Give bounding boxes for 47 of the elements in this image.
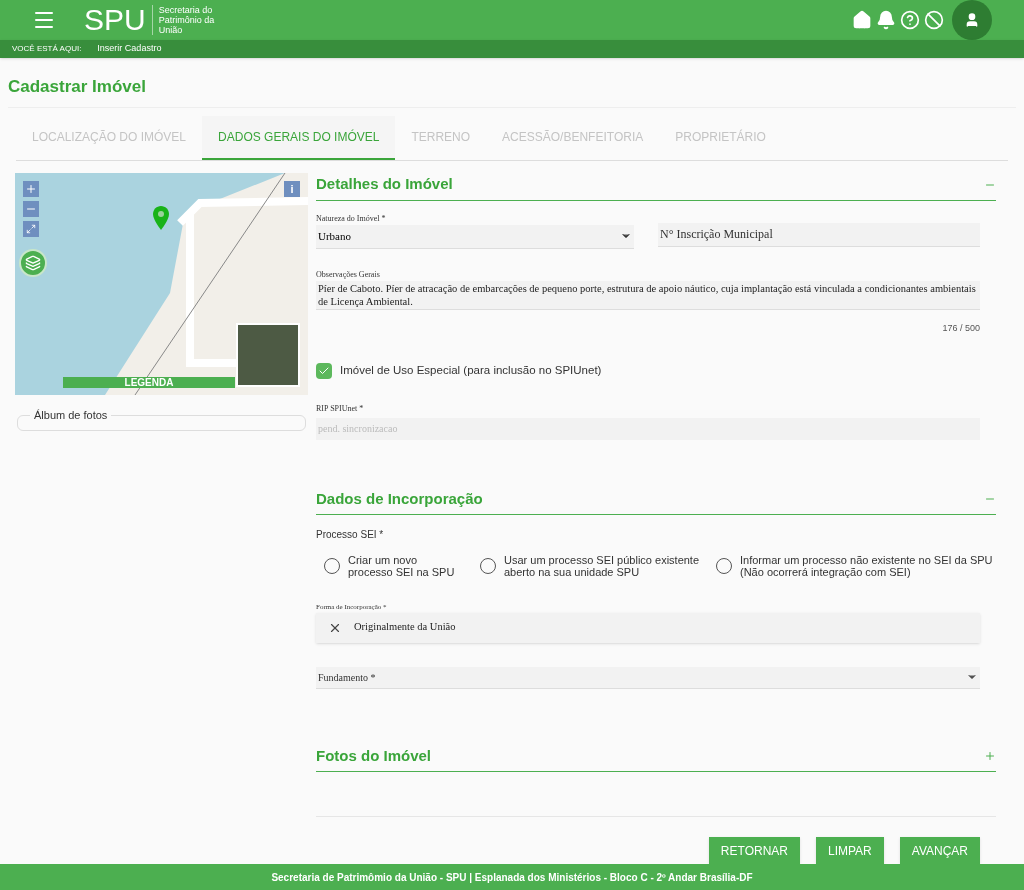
section-title: Detalhes do Imóvel (316, 174, 453, 195)
checkbox[interactable] (316, 362, 332, 379)
home-icon[interactable] (852, 10, 872, 30)
logo: SPU (84, 5, 146, 35)
radio-option[interactable]: Usar um processo SEI público existente aberto na sua unidade SPU (480, 554, 700, 579)
input-field[interactable]: N° Inscrição Municipal (658, 222, 980, 247)
radio-option[interactable]: Criar um novo processo SEI na SPU (324, 554, 464, 579)
field-label: Processo SEI * (316, 528, 385, 543)
layers-icon (25, 255, 41, 272)
select-field[interactable]: Fundamento * (316, 666, 980, 689)
help-icon[interactable] (900, 10, 920, 30)
map-view[interactable]: i LEGENDA (15, 173, 308, 396)
map-pin-icon (153, 206, 169, 231)
field-label: Natureza do Imóvel * (316, 212, 387, 225)
action-button[interactable]: RETORNAR (708, 837, 800, 865)
plus-icon (25, 183, 37, 196)
expand-icon[interactable] (984, 749, 996, 762)
bell-icon[interactable] (876, 10, 896, 30)
user-avatar[interactable] (952, 0, 992, 40)
logo-subtitle: Secretaria do Patrimônio da União (151, 5, 230, 35)
field-label: Observações Gerais (316, 268, 381, 281)
album-legend: Álbum de fotos (30, 407, 112, 424)
expand-arrows-icon (26, 224, 36, 235)
zoom-out-button[interactable] (23, 201, 39, 218)
chip-select-field[interactable]: Originalmente da União (316, 612, 980, 643)
textarea-field[interactable]: Píer de Caboto. Píer de atracação de embarcações de pequeno porte, estrutura de apoio náutico, cuja implantação está vinculada a condicionantes ambientais de Licença Ambiental. (316, 280, 980, 310)
breadcrumb-label: VOCÊ ESTÁ AQUI: (12, 43, 82, 55)
footer-text: Secretaria de Patrimômio da União - SPU | Esplanada dos Ministérios - Bloco C - 2º Andar Brasília-DF (271, 870, 753, 885)
section-title: Fotos do Imóvel (316, 745, 431, 766)
zoom-in-button[interactable] (23, 181, 39, 198)
satellite-thumbnail[interactable] (236, 323, 300, 388)
page-title: Cadastrar Imóvel (8, 73, 1016, 109)
legend-button[interactable]: LEGENDA (63, 377, 235, 389)
user-icon (964, 12, 980, 28)
action-button[interactable]: LIMPAR (815, 837, 884, 865)
character-counter: 176 / 500 (942, 322, 980, 333)
action-button[interactable]: AVANÇAR (899, 837, 980, 865)
breadcrumb-current[interactable]: Inserir Cadastro (97, 42, 162, 56)
radio-option[interactable]: Informar um processo não existente no SEI da SPU (Não ocorrerá integração com SEI) (716, 554, 996, 579)
field-label: RIP SPIUnet * (316, 403, 365, 416)
info-button[interactable]: i (284, 181, 300, 198)
select-field[interactable]: Urbano (316, 224, 634, 249)
fullscreen-button[interactable] (23, 221, 39, 238)
checkbox-label: Imóvel de Uso Especial (para inclusão no SPIUnet) (340, 362, 602, 378)
block-icon[interactable] (924, 10, 944, 30)
section-title: Dados de Incorporação (316, 488, 483, 509)
tab[interactable]: DADOS GERAIS DO IMÓVEL (202, 116, 396, 161)
